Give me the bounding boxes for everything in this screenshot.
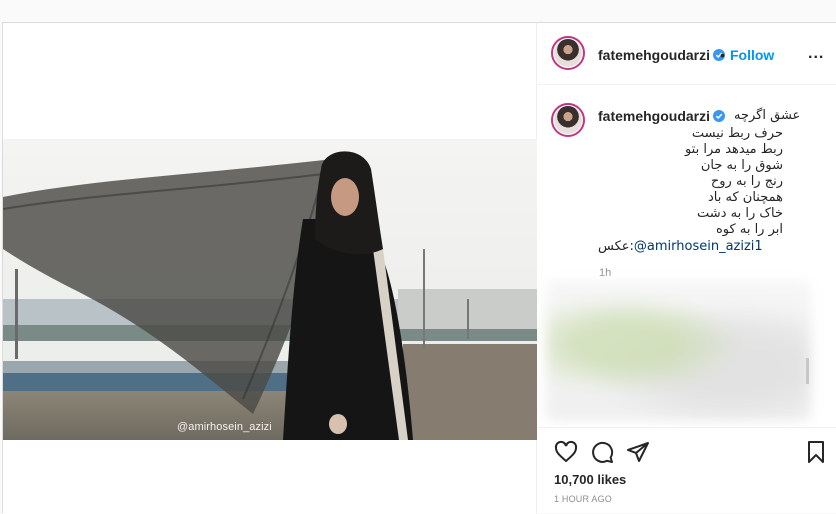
caption-credit: عکس:@amirhosein_azizi1 bbox=[598, 239, 763, 254]
post-timestamp[interactable]: 1 HOUR AGO bbox=[554, 494, 612, 504]
likes-count[interactable]: 10,700 likes bbox=[554, 472, 626, 487]
share-icon[interactable] bbox=[626, 440, 650, 464]
caption-line: رنج را به روح bbox=[710, 174, 783, 189]
caption-line: حرف ربط نیست bbox=[691, 126, 783, 141]
separator-dot: • bbox=[720, 47, 725, 63]
caption-line: خاک را به دشت bbox=[697, 206, 783, 221]
post-sidebar: fatemehgoudarzi • Follow ... fatemehgoud… bbox=[538, 23, 836, 514]
caption-credit-prefix: عکس: bbox=[598, 239, 634, 254]
caption-time[interactable]: 1h bbox=[599, 267, 611, 279]
comment-icon[interactable] bbox=[590, 440, 614, 464]
heart-icon[interactable] bbox=[554, 440, 578, 464]
post-photo[interactable]: @amirhosein_azizi bbox=[3, 139, 537, 440]
mention-link[interactable]: @amirhosein_azizi1 bbox=[634, 239, 763, 254]
avatar[interactable] bbox=[551, 36, 585, 70]
scrollbar[interactable] bbox=[806, 358, 809, 384]
post-header: fatemehgoudarzi • Follow ... bbox=[538, 23, 836, 85]
post-actions: 10,700 likes 1 HOUR AGO bbox=[538, 427, 836, 514]
caption-line: شوق را به جان bbox=[700, 158, 783, 173]
photo-credit-overlay: @amirhosein_azizi bbox=[177, 421, 272, 433]
caption-username[interactable]: fatemehgoudarzi bbox=[598, 108, 726, 124]
caption-line: همچنان که باد bbox=[708, 190, 783, 205]
more-options-icon[interactable]: ... bbox=[808, 45, 824, 63]
bookmark-icon[interactable] bbox=[804, 440, 828, 464]
post-media: @amirhosein_azizi bbox=[3, 23, 537, 514]
instagram-post: @amirhosein_azizi fatemehgoudarzi • Foll… bbox=[2, 22, 836, 514]
header-username[interactable]: fatemehgoudarzi bbox=[598, 47, 726, 63]
caption-avatar[interactable] bbox=[551, 103, 585, 137]
blurred-comments bbox=[546, 281, 811, 421]
caption-line: ربط میدهد مرا بتو bbox=[684, 142, 783, 157]
caption-line: ابر را به کوه bbox=[716, 222, 783, 237]
photo-image bbox=[3, 139, 537, 440]
follow-button[interactable]: Follow bbox=[730, 47, 774, 63]
caption-area: fatemehgoudarzi عشق اگرچه حرف ربط نیست ر… bbox=[538, 86, 836, 426]
caption-line: عشق اگرچه bbox=[734, 108, 801, 123]
verified-badge-icon bbox=[713, 110, 726, 122]
